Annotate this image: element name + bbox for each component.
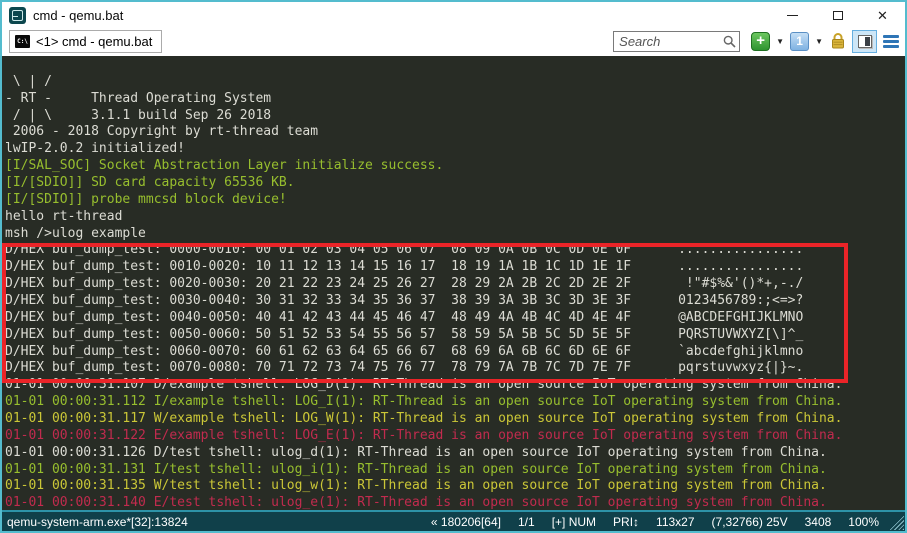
status-segment: 1/1 [518,515,535,529]
terminal-line: 01-01 00:00:31.126 D/test tshell: ulog_d… [5,445,905,462]
cmd-icon: C:\ [15,35,30,48]
resize-grip[interactable] [889,515,904,530]
terminal-line: D/HEX buf_dump_test: 0030-0040: 30 31 32… [5,293,905,310]
terminal-line: msh />ulog example [5,226,905,243]
terminal-line: / | \ 3.1.1 build Sep 26 2018 [5,108,905,125]
minimize-button[interactable] [770,2,815,28]
sidebar-panel-icon [858,35,872,48]
close-icon: ✕ [877,9,888,22]
titlebar[interactable]: cmd - qemu.bat ✕ [2,2,905,28]
terminal-line: - RT - Thread Operating System [5,91,905,108]
sidebar-toggle-button[interactable] [852,30,877,53]
status-segment: « 180206[64] [431,515,501,529]
status-process: qemu-system-arm.exe*[32]:13824 [7,515,188,529]
terminal-line: lwIP-2.0.2 initialized! [5,141,905,158]
console-number-label: 1 [796,34,803,48]
tab-label: <1> cmd - qemu.bat [36,34,152,49]
terminal-line: 01-01 00:00:31.122 E/example tshell: LOG… [5,428,905,445]
terminal-line: 01-01 00:00:31.131 I/test tshell: ulog_i… [5,462,905,479]
terminal-line: D/HEX buf_dump_test: 0010-0020: 10 11 12… [5,259,905,276]
menu-icon[interactable] [882,33,900,50]
status-segment: 3408 [805,515,832,529]
new-console-dropdown-icon[interactable]: ▼ [776,37,784,46]
maximize-icon [833,11,843,20]
terminal-line: D/HEX buf_dump_test: 0000-0010: 00 01 02… [5,242,905,259]
terminal-line: 01-01 00:00:31.117 W/example tshell: LOG… [5,411,905,428]
maximize-button[interactable] [815,2,860,28]
console-list-dropdown-icon[interactable]: ▼ [815,37,823,46]
status-segments: « 180206[64] 1/1 [+] NUM PRI↕ 113x27 (7,… [431,515,879,529]
minimize-icon [787,15,798,16]
terminal-line [5,57,905,74]
terminal-line: [I/[SDIO]] SD card capacity 65536 KB. [5,175,905,192]
close-button[interactable]: ✕ [860,2,905,28]
terminal-line: 01-01 00:00:31.112 I/example tshell: LOG… [5,394,905,411]
terminal-line: hello rt-thread [5,209,905,226]
tab-cmd-qemu[interactable]: C:\ <1> cmd - qemu.bat [9,30,162,53]
terminal-line: D/HEX buf_dump_test: 0020-0030: 20 21 22… [5,276,905,293]
terminal-line: 01-01 00:00:31.140 E/test tshell: ulog_e… [5,495,905,510]
terminal-line: 01-01 00:00:31.107 D/example tshell: LOG… [5,377,905,394]
window-controls: ✕ [770,2,905,28]
terminal-line: D/HEX buf_dump_test: 0050-0060: 50 51 52… [5,327,905,344]
toolbar: + ▼ 1 ▼ [613,30,900,53]
terminal-output[interactable]: \ | / - RT - Thread Operating System / |… [2,56,905,510]
terminal-line: D/HEX buf_dump_test: 0040-0050: 40 41 42… [5,310,905,327]
terminal-line: D/HEX buf_dump_test: 0070-0080: 70 71 72… [5,360,905,377]
status-bar: qemu-system-arm.exe*[32]:13824 « 180206[… [2,510,905,531]
status-segment: 113x27 [656,515,694,529]
lock-icon[interactable] [829,32,847,50]
new-console-button[interactable]: + [751,32,770,51]
tab-bar: C:\ <1> cmd - qemu.bat + ▼ 1 ▼ [2,28,905,56]
terminal-line: \ | / [5,74,905,91]
search-box[interactable] [613,31,740,52]
terminal-line: D/HEX buf_dump_test: 0060-0070: 60 61 62… [5,344,905,361]
status-segment: (7,32766) 25V [712,515,788,529]
conemu-window: cmd - qemu.bat ✕ C:\ <1> cmd - qemu.bat … [0,0,907,533]
active-console-button[interactable]: 1 [790,32,809,51]
terminal-line: [I/SAL_SOC] Socket Abstraction Layer ini… [5,158,905,175]
search-icon[interactable] [723,35,736,48]
status-segment: PRI↕ [613,515,639,529]
search-input[interactable] [614,34,723,49]
terminal-line: [I/[SDIO]] probe mmcsd block device! [5,192,905,209]
plus-icon: + [756,32,765,49]
conemu-logo-icon [9,7,26,24]
window-title: cmd - qemu.bat [33,8,123,23]
terminal-line: 2006 - 2018 Copyright by rt-thread team [5,124,905,141]
status-segment: 100% [848,515,879,529]
terminal-line: 01-01 00:00:31.135 W/test tshell: ulog_w… [5,478,905,495]
status-segment: [+] NUM [552,515,596,529]
